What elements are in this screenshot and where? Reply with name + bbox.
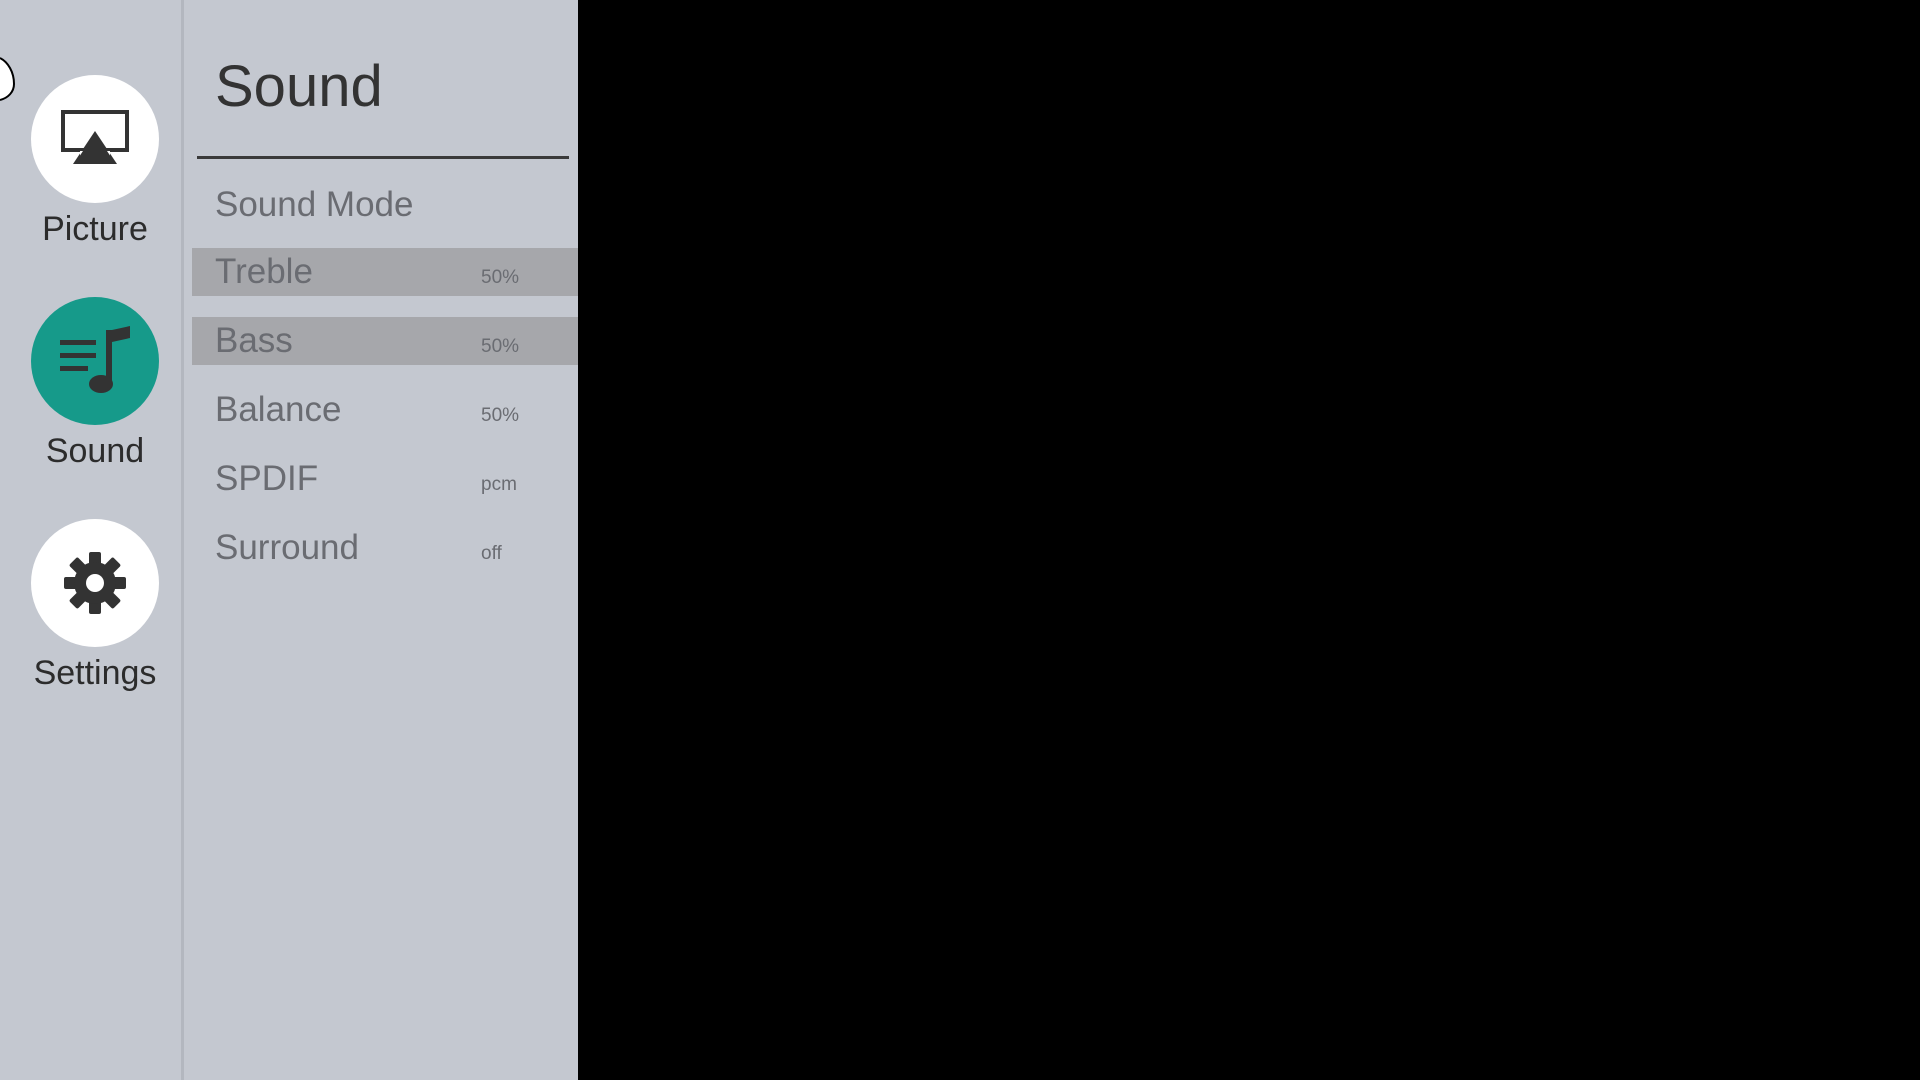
settings-circle [31,519,159,647]
menu-item-sound-mode[interactable]: Sound Mode [192,181,578,229]
menu-item-label: SPDIF [215,459,319,498]
menu-item-balance[interactable]: Balance 50% [192,386,578,434]
menu-item-label: Balance [215,390,342,429]
menu-item-spdif[interactable]: SPDIF pcm [192,455,578,503]
pointer-cursor-icon [0,57,16,101]
menu-item-surround[interactable]: Surround off [192,524,578,572]
menu-item-label: Bass [215,321,293,360]
rail-label-settings: Settings [33,654,157,692]
menu-item-value: pcm [481,474,517,495]
rail-item-settings[interactable]: Settings [0,519,190,695]
menu-item-value: off [481,543,502,564]
menu-item-value: 50% [481,267,520,288]
menu-item-label: Surround [215,528,359,567]
menu-item-bass[interactable]: Bass 50% [192,317,578,365]
rail-item-sound[interactable]: Sound [0,297,190,473]
title-divider [197,156,569,159]
menu-item-value: 50% [481,405,520,426]
picture-circle [31,75,159,203]
sound-circle [31,297,159,425]
menu-item-treble[interactable]: Treble 50% [192,248,578,296]
video-area [578,0,1920,1080]
gear-icon [64,552,126,614]
panel-title: Sound [215,54,383,119]
menu-item-label: Sound Mode [215,185,414,224]
sound-menu-panel: Sound Sound Mode Treble 50% Bass 50% Bal… [184,0,578,1080]
rail-item-picture[interactable]: Picture [0,75,190,251]
menu-item-value: 50% [481,336,520,357]
music-note-icon [60,326,130,393]
tv-screen: Picture Sound Settings Sound Sound Mode … [0,0,1920,1080]
rail-label-sound: Sound [45,432,145,470]
menu-item-label: Treble [215,252,313,291]
airplay-screen-icon [61,110,129,164]
rail-label-picture: Picture [42,210,148,248]
category-rail: Picture Sound Settings [0,0,182,1080]
